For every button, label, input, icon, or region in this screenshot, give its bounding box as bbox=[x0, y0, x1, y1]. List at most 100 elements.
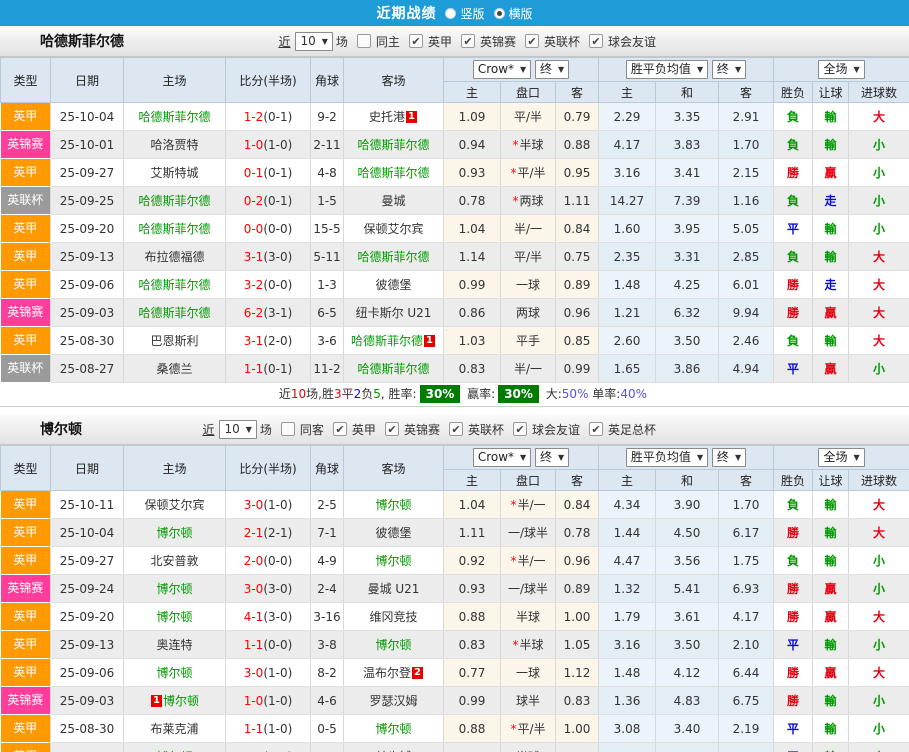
odds-header-group: Crow* 终 bbox=[442, 445, 600, 470]
scope-value: 全场 bbox=[823, 62, 848, 76]
away-team: 哈德斯菲尔德 bbox=[343, 242, 444, 271]
team-section-huddersfield: 哈德斯菲尔德 近10场同主英甲英锦赛英联杯球会友谊 类型 日期 主场 比分(半场… bbox=[0, 26, 909, 407]
odds-home: 1.04 bbox=[443, 214, 501, 243]
league-badge: 英甲 bbox=[0, 547, 50, 574]
scope-select[interactable]: 全场 bbox=[818, 448, 865, 467]
away-team: 林肯城 bbox=[343, 742, 444, 752]
odds-away: 1.00 bbox=[555, 602, 600, 631]
mean-type-select[interactable]: 胜平负均值 bbox=[625, 448, 709, 467]
result-handicap: 贏 bbox=[812, 574, 850, 603]
match-date: 25-09-03 bbox=[50, 298, 124, 327]
same-venue-label: 同主 bbox=[375, 34, 400, 49]
near-link[interactable]: 近 bbox=[278, 33, 290, 50]
league-badge: 英甲 bbox=[0, 603, 50, 630]
team-name: 彼德堡 bbox=[375, 526, 412, 540]
result-char: 勝 bbox=[787, 610, 800, 624]
match-date: 25-08-23 bbox=[50, 742, 124, 752]
home-team: 巴恩斯利 bbox=[123, 326, 226, 355]
match-date: 25-09-27 bbox=[50, 158, 124, 187]
league-cell: 英联杯 bbox=[0, 186, 51, 215]
matches-table: 类型 日期 主场 比分(半场) 角球 客场 Crow* 终 胜平负均值 终 bbox=[0, 445, 909, 752]
same-venue-checkbox[interactable] bbox=[356, 34, 371, 48]
odds-time-select[interactable]: 终 bbox=[535, 60, 570, 79]
league-cell: 英甲 bbox=[0, 242, 51, 271]
odds-home: 0.88 bbox=[443, 602, 501, 631]
scope-value: 全场 bbox=[823, 450, 848, 464]
odds-home: 0.93 bbox=[443, 158, 501, 187]
team-name: 罗瑟汉姆 bbox=[369, 694, 418, 708]
corners: 0-5 bbox=[310, 714, 344, 743]
league-filter-checkbox[interactable] bbox=[332, 422, 347, 436]
mean-draw: 3.83 bbox=[655, 130, 720, 159]
page: 近期战绩 竖版 横版 哈德斯菲尔德 近10场同主英甲英锦赛英联杯球会友谊 类型 bbox=[0, 0, 909, 752]
match-count-select[interactable]: 10 bbox=[295, 31, 333, 51]
radio-unselected-icon bbox=[445, 7, 457, 19]
column-header-mean-draw: 和 bbox=[655, 469, 720, 491]
league-filter-checkbox[interactable] bbox=[408, 34, 423, 48]
result-char: 負 bbox=[787, 554, 800, 568]
layout-radio-horizontal[interactable]: 横版 bbox=[493, 5, 533, 22]
team-name: 哈德斯菲尔德 bbox=[138, 110, 211, 124]
mean-draw: 7.39 bbox=[655, 186, 720, 215]
result-char: 大 bbox=[873, 250, 886, 264]
odds-handicap: 半球 bbox=[500, 602, 556, 631]
odds-handicap: 平手 bbox=[500, 326, 556, 355]
top-bar: 近期战绩 竖版 横版 bbox=[0, 0, 909, 26]
score: 1-1(0-1) bbox=[225, 742, 311, 752]
corners: 4-9 bbox=[310, 546, 344, 575]
fulltime-score: 1-1 bbox=[243, 361, 264, 376]
league-badge: 英锦赛 bbox=[0, 131, 50, 158]
layout-radio-vertical[interactable]: 竖版 bbox=[445, 5, 485, 22]
result-char: 輸 bbox=[824, 638, 837, 652]
result-wdl: 平 bbox=[773, 742, 814, 752]
odds-time-select[interactable]: 终 bbox=[535, 448, 570, 467]
odds-handicap: 一/球半 bbox=[500, 518, 556, 547]
match-date: 25-09-25 bbox=[50, 186, 124, 215]
result-char: 大 bbox=[873, 306, 886, 320]
result-wdl: 負 bbox=[773, 186, 814, 215]
home-team: 奥连特 bbox=[123, 630, 226, 659]
league-filter-checkbox[interactable] bbox=[524, 34, 539, 48]
mean-home: 1.48 bbox=[598, 270, 657, 299]
league-badge: 英甲 bbox=[0, 103, 50, 130]
match-row: 英甲 25-09-06 博尔顿 3-0(1-0) 8-2 温布尔登 2 0.77 一球 1.12 1… bbox=[0, 658, 909, 687]
league-badge: 英甲 bbox=[0, 743, 50, 752]
red-card-badge: 1 bbox=[406, 111, 417, 123]
league-filter-checkbox[interactable] bbox=[448, 422, 463, 436]
match-count-value: 10 bbox=[224, 421, 240, 436]
score: 0-0(0-0) bbox=[225, 214, 311, 243]
scope-select[interactable]: 全场 bbox=[818, 60, 865, 79]
mean-time-select[interactable]: 终 bbox=[711, 60, 747, 79]
fulltime-score: 3-0 bbox=[243, 497, 264, 512]
near-link[interactable]: 近 bbox=[202, 421, 214, 438]
result-wdl: 負 bbox=[773, 546, 814, 575]
same-venue-checkbox[interactable] bbox=[280, 422, 295, 436]
result-wdl: 負 bbox=[773, 102, 814, 131]
league-filter-label: 英甲 bbox=[427, 34, 452, 49]
odds-away: 0.84 bbox=[555, 214, 600, 243]
corners: 13-2 bbox=[310, 742, 344, 752]
result-char: 大 bbox=[873, 278, 886, 292]
match-row: 英锦赛 25-09-24 博尔顿 3-0(3-0) 2-4 曼城 U21 0.93 一/球半 0… bbox=[0, 574, 909, 603]
mean-type-select[interactable]: 胜平负均值 bbox=[625, 60, 709, 79]
mean-time-select[interactable]: 终 bbox=[711, 448, 747, 467]
team-name: 曼城 U21 bbox=[367, 582, 420, 596]
section-header: 博尔顿 近 10 场 同客 英甲 英锦赛 英联杯 球会友谊 英足总杯 bbox=[0, 414, 909, 445]
handicap-value: 半/一 bbox=[517, 554, 546, 568]
match-count-select[interactable]: 10 bbox=[219, 419, 257, 439]
league-filter-checkbox[interactable] bbox=[512, 422, 527, 436]
result-handicap: 輸 bbox=[812, 326, 850, 355]
odds-source-select[interactable]: Crow* bbox=[472, 448, 532, 467]
league-filter-checkbox[interactable] bbox=[384, 422, 399, 436]
league-cell: 英甲 bbox=[0, 270, 51, 299]
result-handicap: 輸 bbox=[812, 742, 850, 752]
match-row: 英锦赛 25-10-01 哈洛贾特 1-0(1-0) 2-11 哈德斯菲尔德 0.94 *半球… bbox=[0, 130, 909, 159]
league-filter-checkbox[interactable] bbox=[588, 34, 603, 48]
league-filter-checkbox[interactable] bbox=[588, 422, 603, 436]
league-filter-checkbox[interactable] bbox=[460, 34, 475, 48]
odds-home: 0.99 bbox=[443, 270, 501, 299]
result-char: 小 bbox=[873, 694, 886, 708]
odds-handicap: 平/半 bbox=[500, 242, 556, 271]
odds-source-select[interactable]: Crow* bbox=[472, 60, 532, 79]
column-header-goals: 进球数 bbox=[848, 469, 909, 491]
